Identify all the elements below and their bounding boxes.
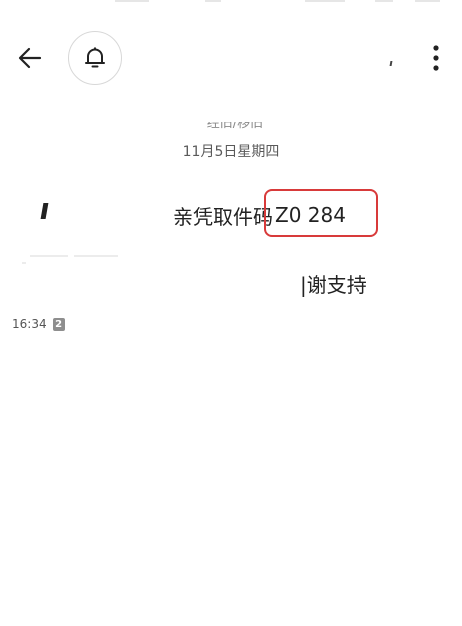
message-meta-row: 16:34 2	[12, 316, 65, 332]
bell-icon	[85, 47, 105, 68]
sender-name-fragment: 经旧/移旧	[206, 122, 264, 131]
more-options-button[interactable]	[422, 38, 450, 78]
back-button[interactable]	[10, 38, 50, 78]
message-timestamp: 16:34	[12, 317, 47, 331]
date-separator: 11月5日星期四	[182, 144, 280, 160]
more-vertical-icon	[433, 45, 439, 71]
notification-bell-button[interactable]	[68, 31, 122, 85]
sim-badge: 2	[52, 317, 65, 331]
arrow-left-icon	[18, 47, 42, 69]
message-line-1: 亲凭取件码 Z0 284	[173, 198, 346, 232]
cropped-text-fragment	[40, 203, 49, 219]
faint-text-residue	[22, 253, 130, 267]
top-edge-residue	[115, 0, 440, 3]
pickup-code-text: Z0 284	[275, 203, 346, 227]
header-tick-mark	[389, 61, 393, 66]
sms-conversation-screen: 经旧/移旧 11月5日星期四 亲凭取件码 Z0 284 |谢支持 16:34 2	[0, 0, 462, 626]
message-prefix-text: 亲凭取件码	[173, 204, 273, 229]
message-line-2: |谢支持	[300, 272, 367, 297]
